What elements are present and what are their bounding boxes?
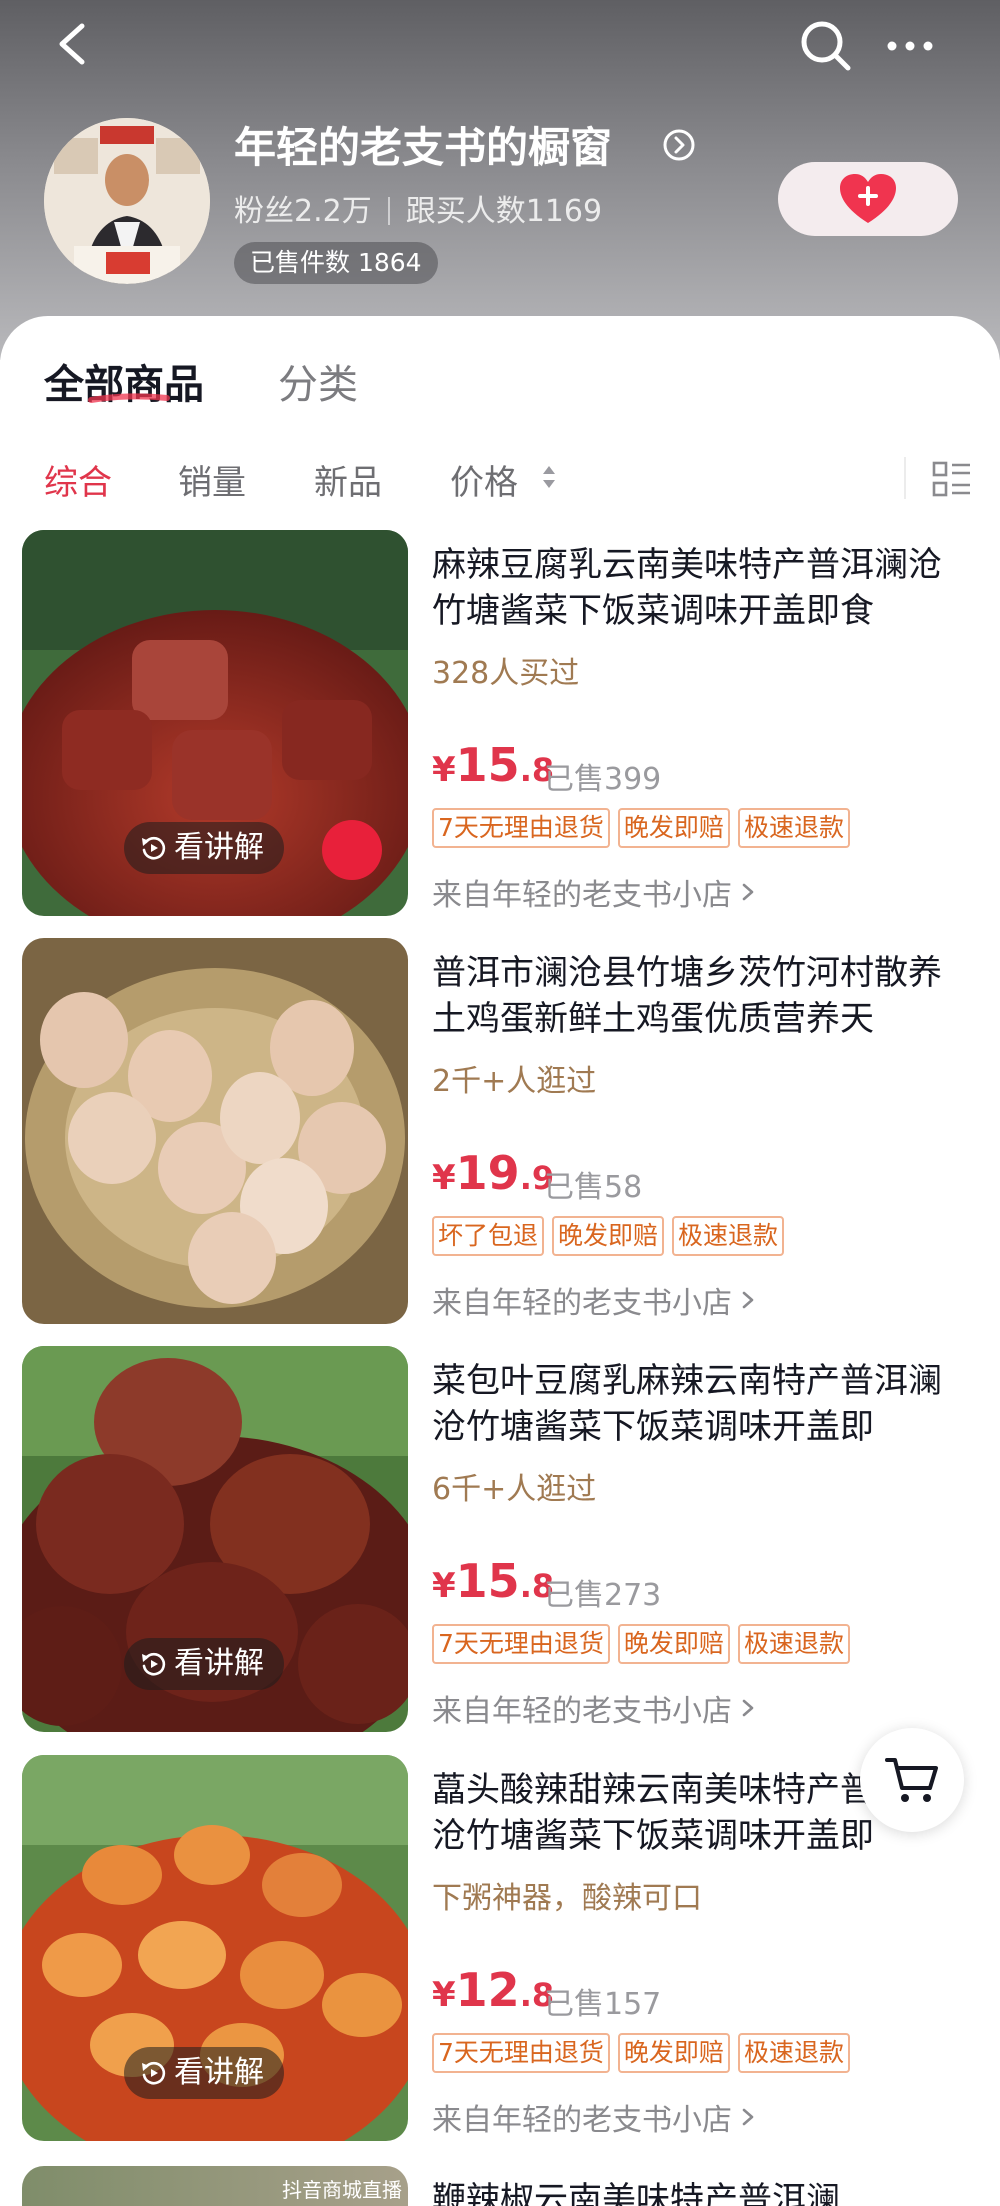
service-tag: 极速退款 (672, 1216, 785, 1256)
product-image[interactable] (22, 938, 408, 1324)
replay-icon (142, 2061, 166, 2085)
sold-count-badge: 已售件数 1864 (234, 242, 438, 284)
product-title[interactable]: 普洱市澜沧县竹塘乡茨竹河村散养土鸡蛋新鲜土鸡蛋优质营养天 (432, 950, 962, 1042)
sort-arrows-icon[interactable] (540, 462, 558, 492)
list-layout-icon[interactable] (932, 460, 972, 500)
live-label: 抖音商城直播 (282, 2178, 402, 2202)
product-price: ¥15.8 (432, 1554, 555, 1608)
service-tag: 晚发即赔 (552, 1216, 665, 1256)
service-tag: 7天无理由退货 (432, 1624, 610, 1664)
service-tag: 晚发即赔 (617, 1624, 730, 1664)
chevron-right-icon (742, 883, 754, 901)
product-sold-count: 已售399 (544, 762, 662, 797)
product-price: ¥15.8 (432, 738, 555, 792)
sort-new[interactable]: 新品 (314, 455, 382, 504)
sort-price[interactable]: 价格 (450, 455, 518, 504)
product-title[interactable]: 菜包叶豆腐乳麻辣云南特产普洱澜沧竹塘酱菜下饭菜调味开盖即 (432, 1358, 962, 1450)
service-tag: 晚发即赔 (617, 2033, 730, 2073)
buyers-count: 跟买人数1169 (405, 194, 603, 229)
service-tag: 极速退款 (737, 1624, 850, 1664)
shop-stats: 粉丝2.2万 跟买人数1169 (234, 186, 602, 230)
product-sold-count: 已售58 (544, 1170, 643, 1205)
sort-divider (904, 457, 906, 499)
service-tag: 7天无理由退货 (432, 808, 610, 848)
watch-explanation-button[interactable]: 看讲解 (124, 822, 284, 874)
stats-divider (387, 197, 390, 225)
chevron-right-circle-icon[interactable] (662, 128, 696, 162)
replay-icon (142, 1652, 166, 1676)
watch-explanation-button[interactable]: 看讲解 (124, 1638, 284, 1690)
cart-button[interactable] (860, 1728, 964, 1832)
product-tags: 7天无理由退货 晚发即赔 极速退款 (432, 808, 850, 848)
follow-button[interactable] (778, 162, 958, 236)
explain-label: 看讲解 (174, 2055, 264, 2090)
product-title[interactable]: 鞭辣椒云南美味特产普洱澜 (432, 2172, 972, 2206)
chevron-right-icon (742, 1699, 754, 1717)
service-tag: 晚发即赔 (617, 808, 730, 848)
top-bar (0, 0, 1000, 90)
explain-label: 看讲解 (174, 830, 264, 865)
product-card[interactable]: 看讲解 藠头酸辣甜辣云南美味特产普洱澜沧竹塘酱菜下饭菜调味开盖即 下粥神器，酸辣… (0, 1755, 1000, 2145)
replay-icon (142, 836, 166, 860)
product-tags: 7天无理由退货 晚发即赔 极速退款 (432, 2033, 850, 2073)
tab-active-underline (88, 393, 170, 403)
service-tag: 7天无理由退货 (432, 2033, 610, 2073)
sort-overall[interactable]: 综合 (44, 455, 112, 504)
heart-plus-icon (840, 174, 896, 223)
product-price: ¥19.9 (432, 1146, 555, 1200)
store-link[interactable]: 来自年轻的老支书小店 (432, 1686, 756, 1730)
product-subtitle: 下粥神器，酸辣可口 (432, 1881, 702, 1916)
cart-icon (885, 1758, 938, 1802)
chevron-right-icon (742, 2108, 754, 2126)
back-arrow-icon[interactable] (48, 14, 98, 74)
sort-sales[interactable]: 销量 (178, 455, 246, 504)
store-link[interactable]: 来自年轻的老支书小店 (432, 870, 756, 914)
shop-name[interactable]: 年轻的老支书的橱窗 (234, 114, 612, 175)
product-sold-count: 已售157 (544, 1987, 662, 2022)
product-card-partial[interactable]: 抖音商城直播 鞭辣椒云南美味特产普洱澜 (0, 2166, 1000, 2206)
chevron-right-icon (742, 1291, 754, 1309)
product-subtitle: 2千+人逛过 (432, 1064, 597, 1099)
service-tag: 极速退款 (737, 2033, 850, 2073)
product-title[interactable]: 麻辣豆腐乳云南美味特产普洱澜沧竹塘酱菜下饭菜调味开盖即食 (432, 542, 962, 634)
product-tags: 7天无理由退货 晚发即赔 极速退款 (432, 1624, 850, 1664)
avatar[interactable] (44, 118, 210, 284)
explain-label: 看讲解 (174, 1646, 264, 1681)
search-icon[interactable] (796, 14, 856, 74)
product-tags: 坏了包退 晚发即赔 极速退款 (432, 1216, 785, 1256)
product-subtitle: 6千+人逛过 (432, 1472, 597, 1507)
product-image[interactable]: 抖音商城直播 (22, 2166, 408, 2206)
service-tag: 坏了包退 (432, 1216, 545, 1256)
service-tag: 极速退款 (737, 808, 850, 848)
more-icon[interactable] (880, 14, 940, 74)
product-card[interactable]: 看讲解 菜包叶豆腐乳麻辣云南特产普洱澜沧竹塘酱菜下饭菜调味开盖即 6千+人逛过 … (0, 1346, 1000, 1736)
product-card[interactable]: 看讲解 麻辣豆腐乳云南美味特产普洱澜沧竹塘酱菜下饭菜调味开盖即食 328人买过 … (0, 530, 1000, 920)
watch-explanation-button[interactable]: 看讲解 (124, 2047, 284, 2099)
store-link[interactable]: 来自年轻的老支书小店 (432, 2095, 756, 2139)
product-sold-count: 已售273 (544, 1578, 662, 1613)
fans-count: 粉丝2.2万 (234, 194, 372, 229)
tab-category[interactable]: 分类 (278, 352, 358, 410)
store-link[interactable]: 来自年轻的老支书小店 (432, 1278, 756, 1322)
product-card[interactable]: 普洱市澜沧县竹塘乡茨竹河村散养土鸡蛋新鲜土鸡蛋优质营养天 2千+人逛过 ¥19.… (0, 938, 1000, 1328)
product-price: ¥12.8 (432, 1963, 555, 2017)
product-subtitle: 328人买过 (432, 656, 580, 691)
